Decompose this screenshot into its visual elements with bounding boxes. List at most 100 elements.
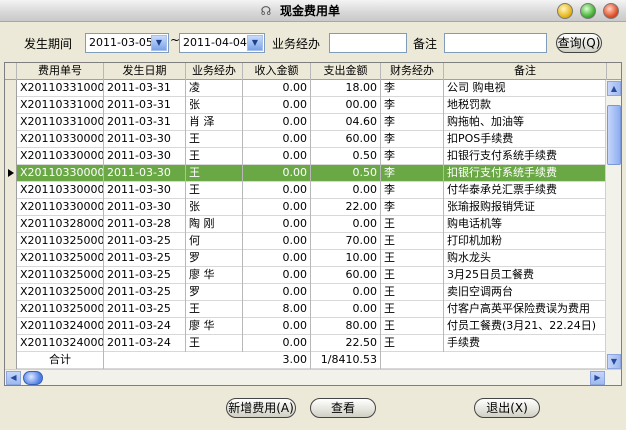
- table-row[interactable]: X201103300001 2011-03-30 张 0.00 22.00 李张瑜报购报销…: [5, 199, 607, 216]
- cell-finance-handler: 王: [381, 216, 444, 233]
- horizontal-scrollbar[interactable]: ◀ ▶: [5, 369, 621, 385]
- view-button[interactable]: 查看: [310, 398, 376, 418]
- exit-button[interactable]: 退出(X): [474, 398, 540, 418]
- cell-date: 2011-03-25: [104, 233, 186, 250]
- table-row[interactable]: X201103300005 2011-03-30 王 0.00 60.00 李扣POS手续…: [5, 131, 607, 148]
- cell-remark: 购拖帕、加油等: [444, 114, 607, 131]
- scroll-thumb[interactable]: [607, 105, 621, 165]
- remark-label: 备注: [413, 37, 438, 51]
- column-header[interactable]: 费用单号: [17, 63, 104, 80]
- cell-date: 2011-03-30: [104, 131, 186, 148]
- cell-bill-no: X201103310002: [17, 97, 104, 114]
- cell-finance-handler: 李: [381, 80, 444, 97]
- table-row[interactable]: X201103250004 2011-03-25 罗 0.00 10.00 王购水龙头: [5, 250, 607, 267]
- cell-remark: 卖旧空调两台: [444, 284, 607, 301]
- table-row[interactable]: X201103250002 2011-03-25 罗 0.00 0.00 王卖旧空调两台: [5, 284, 607, 301]
- table-row[interactable]: X201103300002 2011-03-30 王 0.00 0.00 李付华泰承兑汇票…: [5, 182, 607, 199]
- table-row[interactable]: X201103300003 2011-03-30 王 0.00 0.50 李扣银行支付系统…: [5, 165, 607, 182]
- cell-date: 2011-03-25: [104, 250, 186, 267]
- scroll-thumb[interactable]: [23, 371, 43, 385]
- handler-label: 业务经办: [272, 37, 321, 51]
- cell-expense: 22.00: [311, 199, 381, 216]
- cell-bill-no: X201103300005: [17, 131, 104, 148]
- cell-income: 0.00: [243, 233, 311, 250]
- cell-expense: 04.60: [311, 114, 381, 131]
- cell-remark: 张瑜报购报销凭证: [444, 199, 607, 216]
- cell-remark: 3月25日员工餐费: [444, 267, 607, 284]
- table-row[interactable]: X201103240004 2011-03-24 王 0.00 22.50 王手续费: [5, 335, 607, 352]
- table-row[interactable]: X201103240005 2011-03-24 廖 华 0.00 80.00 王付员工餐…: [5, 318, 607, 335]
- cell-income: 0.00: [243, 284, 311, 301]
- table-row[interactable]: X201103280001 2011-03-28 陶 刚 0.00 0.00 王购电话机等: [5, 216, 607, 233]
- column-header[interactable]: 支出金额: [311, 63, 381, 80]
- row-marker: [5, 318, 17, 335]
- table-row[interactable]: X201103310003 2011-03-31 凌 0.00 18.00 李公司 购电视: [5, 80, 607, 97]
- cell-income: 0.00: [243, 131, 311, 148]
- cell-bill-no: X201103250001: [17, 301, 104, 318]
- handler-input[interactable]: [329, 33, 407, 53]
- row-marker: [5, 335, 17, 352]
- chevron-down-icon[interactable]: ▼: [151, 35, 167, 51]
- cell-income: 0.00: [243, 182, 311, 199]
- row-marker: [5, 233, 17, 250]
- cell-date: 2011-03-25: [104, 301, 186, 318]
- table-row[interactable]: X201103310002 2011-03-31 张 0.00 00.00 李地税罚款: [5, 97, 607, 114]
- cell-date: 2011-03-30: [104, 165, 186, 182]
- cell-date: 2011-03-31: [104, 114, 186, 131]
- add-expense-button[interactable]: 新增费用(A): [226, 398, 296, 418]
- scroll-right-icon[interactable]: ▶: [590, 371, 605, 385]
- column-header[interactable]: 收入金额: [243, 63, 311, 80]
- cell-handler: 肖 泽: [186, 114, 243, 131]
- cell-bill-no: X201103310001: [17, 114, 104, 131]
- cell-finance-handler: 李: [381, 114, 444, 131]
- column-header[interactable]: 备注: [444, 63, 607, 80]
- cell-expense: 10.00: [311, 250, 381, 267]
- cell-income: 0.00: [243, 97, 311, 114]
- table-row[interactable]: X201103250003 2011-03-25 廖 华 0.00 60.00 王 3月25…: [5, 267, 607, 284]
- scroll-left-icon[interactable]: ◀: [6, 371, 21, 385]
- table-row[interactable]: X201103310001 2011-03-31 肖 泽 0.00 04.60 李购拖帕、…: [5, 114, 607, 131]
- scroll-up-icon[interactable]: ▲: [607, 81, 621, 96]
- table-row[interactable]: X201103250005 2011-03-25 何 0.00 70.00 王打印机加粉: [5, 233, 607, 250]
- cell-date: 2011-03-31: [104, 80, 186, 97]
- cell-finance-handler: 李: [381, 182, 444, 199]
- cell-income: 0.00: [243, 148, 311, 165]
- cell-remark: 购水龙头: [444, 250, 607, 267]
- total-expense: 1/8410.53: [311, 352, 381, 369]
- row-marker: [5, 97, 17, 114]
- cell-date: 2011-03-25: [104, 267, 186, 284]
- table-row[interactable]: X201103250001 2011-03-25 王 8.00 0.00 王付客户高英平保…: [5, 301, 607, 318]
- chevron-down-icon[interactable]: ▼: [247, 35, 263, 51]
- cell-expense: 0.00: [311, 301, 381, 318]
- remark-input[interactable]: [444, 33, 547, 53]
- cell-handler: 罗: [186, 284, 243, 301]
- column-header[interactable]: 财务经办: [381, 63, 444, 80]
- cell-remark: 扣POS手续费: [444, 131, 607, 148]
- cell-expense: 60.00: [311, 131, 381, 148]
- cell-income: 8.00: [243, 301, 311, 318]
- cell-remark: 地税罚款: [444, 97, 607, 114]
- cell-expense: 0.00: [311, 216, 381, 233]
- vertical-scrollbar[interactable]: ▲ ▼: [605, 80, 621, 370]
- maximize-button[interactable]: [580, 3, 596, 19]
- column-header[interactable]: 发生日期: [104, 63, 186, 80]
- date-to-picker[interactable]: 2011-04-04 ▼: [179, 33, 265, 53]
- row-marker: [5, 131, 17, 148]
- date-from-value: 2011-03-05: [89, 36, 153, 49]
- cell-expense: 80.00: [311, 318, 381, 335]
- query-button[interactable]: 查询(Q): [556, 33, 602, 53]
- minimize-button[interactable]: [557, 3, 573, 19]
- scroll-down-icon[interactable]: ▼: [607, 354, 621, 369]
- row-marker: [5, 301, 17, 318]
- close-button[interactable]: [603, 3, 619, 19]
- row-marker: [5, 182, 17, 199]
- cell-bill-no: X201103300003: [17, 165, 104, 182]
- cell-remark: 扣银行支付系统手续费: [444, 165, 607, 182]
- table-row[interactable]: X201103300004 2011-03-30 王 0.00 0.50 李扣银行支付系统…: [5, 148, 607, 165]
- cell-expense: 60.00: [311, 267, 381, 284]
- row-marker: [5, 250, 17, 267]
- cell-finance-handler: 王: [381, 335, 444, 352]
- cell-income: 0.00: [243, 114, 311, 131]
- date-from-picker[interactable]: 2011-03-05 ▼: [85, 33, 169, 53]
- column-header[interactable]: 业务经办: [186, 63, 243, 80]
